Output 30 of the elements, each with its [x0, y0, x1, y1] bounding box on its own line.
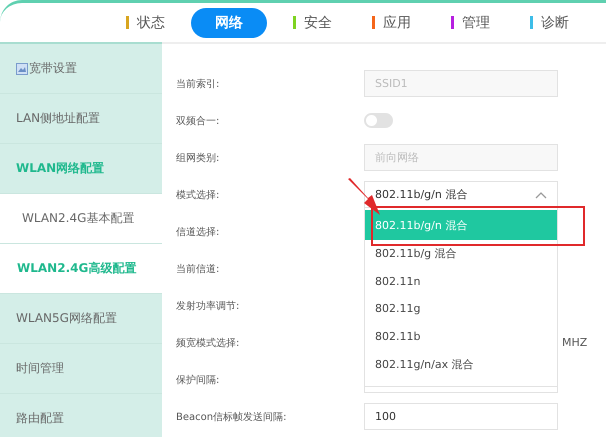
field-label: 模式选择:	[176, 188, 220, 202]
sidebar-item[interactable]: 路由配置	[0, 394, 162, 437]
unit-label: MHZ	[562, 336, 588, 349]
field-label: 当前信道:	[176, 262, 220, 276]
sidebar-subitem[interactable]: WLAN2.4G基本配置	[0, 194, 162, 244]
nav-tab[interactable]: 安全	[279, 8, 346, 38]
field-label: 双频合一:	[176, 114, 220, 128]
nav-tab[interactable]: 管理	[437, 8, 504, 38]
field-label: 发射功率调节:	[176, 300, 240, 312]
sidebar-item[interactable]: LAN侧地址配置	[0, 94, 162, 144]
dropdown-option[interactable]: 802.11g/n/ax 混合	[365, 350, 557, 378]
dropdown-option[interactable]: 802.11g	[365, 295, 557, 323]
nav-tab[interactable]: 诊断	[516, 8, 583, 38]
text-field[interactable]: 100	[364, 403, 558, 430]
field-label: Beacon信标帧发送间隔:	[176, 410, 288, 424]
dropdown-option[interactable]: 802.11b/g 混合	[365, 240, 557, 268]
field-label: 当前索引:	[176, 78, 220, 90]
sidebar-item[interactable]: 宽带设置	[0, 44, 162, 94]
sidebar-item[interactable]: 时间管理	[0, 344, 162, 394]
dropdown-option[interactable]: 802.11b	[365, 322, 557, 350]
field-label: 保护间隔:	[176, 374, 220, 386]
field-label: 组网类别:	[176, 152, 220, 164]
nav-tab[interactable]: 应用	[358, 8, 425, 38]
nav-tab[interactable]: 状态	[112, 8, 179, 38]
field-label: 信道选择:	[176, 226, 220, 238]
dropdown-option[interactable]: 802.11n	[365, 268, 557, 296]
field-label: 频宽模式选择:	[176, 336, 240, 350]
toggle-switch[interactable]	[364, 113, 393, 128]
caret-icon	[535, 190, 547, 198]
sidebar-item[interactable]: WLAN5G网络配置	[0, 294, 162, 344]
